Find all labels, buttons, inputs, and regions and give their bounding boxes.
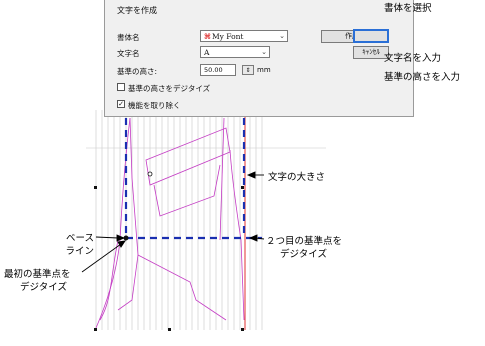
reference-point-handle[interactable] [147,171,153,177]
grid-lines [86,110,326,330]
font-name-combobox[interactable]: ⌘My Font ⌄ [200,30,288,42]
annotation-select-font: 書体を選択 [384,3,432,14]
digitize-height-label: 基準の高さをデジタイズ [128,84,211,93]
text-label: 文字名 [117,49,140,58]
height-label: 基準の高さ: [117,67,158,76]
digitize-height-checkbox[interactable] [117,83,125,91]
annotation-enter-text: 文字名を入力 [384,53,442,64]
dialog-title: 文字を作成 [117,6,157,15]
letter-size-frame [124,118,262,240]
annotation-first-point-line2: デジタイズ [20,282,68,293]
font-name-value: My Font [211,32,244,41]
text-input[interactable]: A ⌄ [200,46,270,58]
select-font-button[interactable] [353,29,389,43]
text-value: A [204,48,210,57]
chevron-down-icon[interactable]: ⌄ [261,47,267,57]
annotation-baseline-line2: ライン [65,246,94,257]
remove-stitches-checkbox[interactable]: ✓ [117,100,125,108]
annotation-second-point-line1: ２つ目の基準点を [266,236,343,247]
height-input[interactable]: 50.00 [200,64,236,76]
font-type-icon: ⌘ [204,32,211,41]
height-unit: mm [257,66,271,74]
height-spinner[interactable]: ⇕ [242,65,254,75]
annotation-baseline-line1: ベース [65,233,94,244]
annotation-letter-size: 文字の大きさ [268,172,326,183]
chevron-down-icon[interactable]: ⌄ [279,31,285,41]
remove-stitches-label: 機能を取り除く [128,101,181,110]
annotation-enter-height: 基準の高さを入力 [384,72,461,83]
annotation-second-point-line2: デジタイズ [280,249,328,260]
annotation-first-point-line1: 最初の基準点を [4,269,71,280]
font-name-label: 書体名 [117,33,140,42]
create-letter-dialog: 文字を作成 書体名 ⌘My Font ⌄ 文字名 A ⌄ 基準の高さ: 50.0… [104,0,414,117]
handle-points [94,186,244,331]
